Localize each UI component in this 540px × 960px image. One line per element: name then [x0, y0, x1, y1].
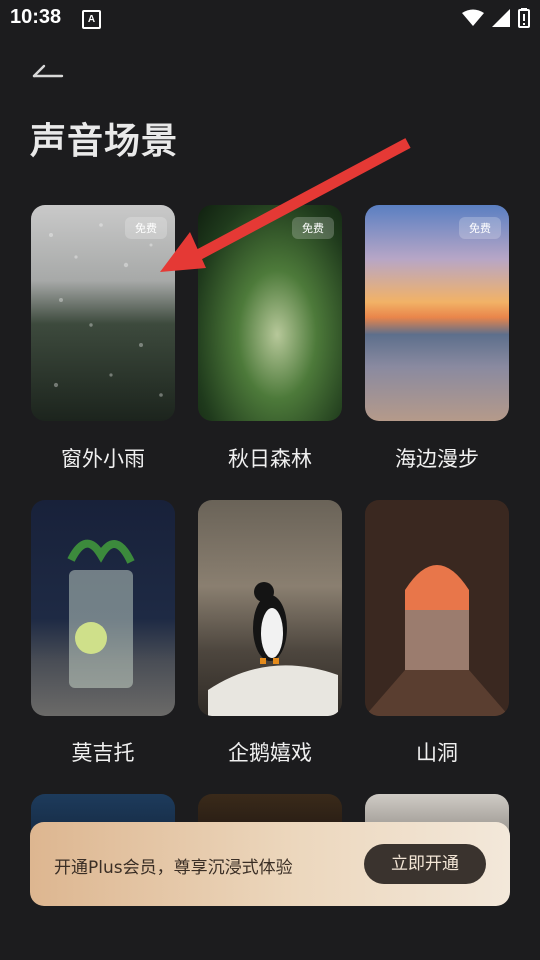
- wifi-icon: [462, 9, 484, 26]
- status-bar: 10:38 A: [0, 0, 540, 36]
- notification-icon: A: [82, 10, 101, 29]
- scene-card-mojito[interactable]: [31, 500, 175, 716]
- scene-label[interactable]: 海边漫步: [365, 443, 509, 473]
- cave-image: [365, 500, 509, 716]
- scene-card-beach[interactable]: 免费: [365, 205, 509, 421]
- scene-label[interactable]: 山洞: [365, 737, 509, 767]
- status-icons: [462, 7, 530, 29]
- scene-label[interactable]: 企鹅嬉戏: [198, 737, 342, 767]
- plus-membership-banner[interactable]: 开通Plus会员，尊享沉浸式体验 立即开通: [30, 822, 510, 906]
- penguin-image: [208, 582, 338, 716]
- signal-icon: [492, 9, 510, 27]
- open-membership-button[interactable]: 立即开通: [364, 844, 486, 884]
- status-time: 10:38: [10, 6, 62, 28]
- free-badge: 免费: [459, 217, 501, 239]
- scene-card-rain[interactable]: 免费: [31, 205, 175, 421]
- scene-label[interactable]: 莫吉托: [31, 737, 175, 767]
- page-title: 声音场景: [30, 121, 179, 162]
- scene-card-penguin[interactable]: [198, 500, 342, 716]
- scene-card-forest[interactable]: 免费: [198, 205, 342, 421]
- free-badge: 免费: [292, 217, 334, 239]
- promo-text: 开通Plus会员，尊享沉浸式体验: [54, 858, 293, 878]
- free-badge: 免费: [125, 217, 167, 239]
- scene-label[interactable]: 窗外小雨: [31, 443, 175, 473]
- mojito-glass-image: [67, 539, 135, 688]
- scene-card-cave[interactable]: [365, 500, 509, 716]
- scene-label[interactable]: 秋日森林: [198, 443, 342, 473]
- battery-icon: [518, 8, 530, 28]
- back-arrow-icon[interactable]: [30, 60, 66, 84]
